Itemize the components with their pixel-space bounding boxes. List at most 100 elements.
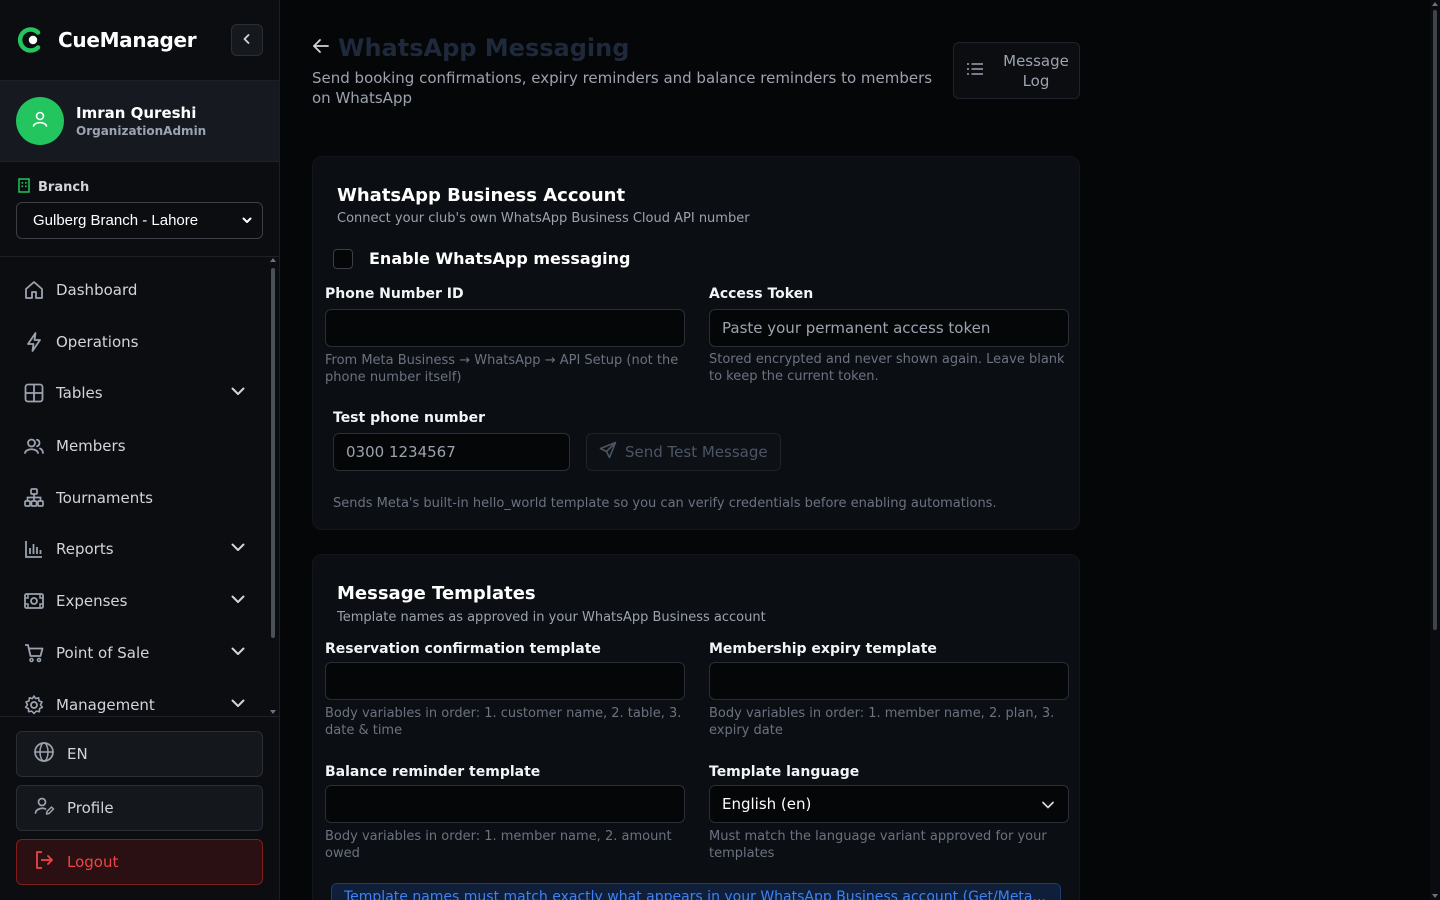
template-language-select[interactable]: English (en) bbox=[709, 785, 1069, 823]
scroll-up-arrow-icon[interactable] bbox=[270, 258, 276, 262]
user-role: OrganizationAdmin bbox=[76, 124, 207, 138]
user-icon bbox=[30, 109, 50, 133]
expiry-template-label: Membership expiry template bbox=[709, 641, 937, 657]
page-title: WhatsApp Messaging bbox=[338, 34, 630, 62]
sidebar-item-label: Expenses bbox=[56, 592, 128, 610]
branch-select-value: Gulberg Branch - Lahore bbox=[33, 212, 199, 229]
sidebar-item-point-of-sale[interactable]: Point of Sale bbox=[0, 631, 270, 675]
sidebar-scrollbar[interactable] bbox=[269, 258, 277, 714]
scroll-up-arrow-icon[interactable] bbox=[1432, 2, 1438, 6]
balance-template-input[interactable] bbox=[325, 785, 685, 823]
user-edit-icon bbox=[33, 795, 55, 821]
page-scroll-thumb[interactable] bbox=[1433, 10, 1437, 630]
branch-label-text: Branch bbox=[38, 180, 90, 195]
send-icon bbox=[599, 441, 617, 463]
chevron-down-icon bbox=[228, 537, 248, 561]
logout-label: Logout bbox=[67, 853, 119, 871]
enable-whatsapp-checkbox[interactable] bbox=[333, 249, 353, 269]
sidebar-item-label: Members bbox=[56, 437, 126, 455]
bar-chart-icon bbox=[22, 537, 46, 561]
logout-button[interactable]: Logout bbox=[16, 839, 263, 885]
sidebar-divider bbox=[0, 716, 279, 717]
send-test-message-button[interactable]: Send Test Message bbox=[586, 433, 781, 471]
test-message-hint: Sends Meta's built-in hello_world templa… bbox=[333, 496, 997, 511]
access-token-input[interactable]: Paste your permanent access token bbox=[709, 309, 1069, 347]
templates-info-banner: Template names must match exactly what a… bbox=[331, 883, 1061, 900]
cart-icon bbox=[22, 641, 46, 665]
send-test-message-label: Send Test Message bbox=[625, 443, 768, 461]
chevron-down-icon bbox=[240, 213, 254, 231]
sidebar-item-label: Operations bbox=[56, 333, 139, 351]
template-language-label: Template language bbox=[709, 764, 860, 780]
card-description: Template names as approved in your Whats… bbox=[337, 610, 766, 625]
sidebar-item-tables[interactable]: Tables bbox=[0, 371, 270, 415]
language-button[interactable]: EN bbox=[16, 731, 263, 777]
templates-info-text: Template names must match exactly what a… bbox=[344, 889, 1046, 900]
expiry-template-hint: Body variables in order: 1. member name,… bbox=[709, 706, 1055, 738]
page-subtitle: Send booking confirmations, expiry remin… bbox=[312, 69, 933, 107]
sidebar-item-label: Dashboard bbox=[56, 281, 138, 299]
template-language-value: English (en) bbox=[722, 795, 812, 813]
message-log-label: Message Log bbox=[1003, 51, 1069, 90]
sidebar-item-management[interactable]: Management bbox=[0, 683, 270, 727]
branch-select[interactable]: Gulberg Branch - Lahore bbox=[16, 202, 263, 239]
card-title: WhatsApp Business Account bbox=[337, 185, 626, 206]
sidebar-scroll-thumb[interactable] bbox=[271, 268, 275, 638]
home-icon bbox=[22, 278, 46, 302]
message-log-button[interactable]: Message Log bbox=[953, 42, 1080, 99]
scroll-down-arrow-icon[interactable] bbox=[1432, 894, 1438, 898]
user-card: Imran Qureshi OrganizationAdmin bbox=[0, 80, 279, 162]
access-token-placeholder: Paste your permanent access token bbox=[722, 319, 991, 337]
grid-icon bbox=[22, 381, 46, 405]
chevron-down-icon bbox=[1040, 797, 1056, 817]
page-header: WhatsApp Messaging bbox=[312, 34, 629, 62]
reservation-template-input[interactable] bbox=[325, 662, 685, 700]
collapse-sidebar-button[interactable] bbox=[231, 24, 263, 56]
chevron-down-icon bbox=[228, 589, 248, 613]
sidebar-item-label: Management bbox=[56, 696, 155, 714]
cuemanager-logo-icon bbox=[16, 26, 44, 54]
main-content: WhatsApp Messaging Send booking confirma… bbox=[280, 0, 1430, 900]
enable-whatsapp-label[interactable]: Enable WhatsApp messaging bbox=[369, 249, 631, 268]
app-name: CueManager bbox=[58, 28, 197, 52]
back-arrow-icon[interactable] bbox=[312, 37, 330, 59]
sidebar-item-label: Point of Sale bbox=[56, 644, 150, 662]
test-phone-input[interactable]: 0300 1234567 bbox=[333, 433, 570, 471]
user-name: Imran Qureshi bbox=[76, 104, 197, 122]
business-account-card: WhatsApp Business Account Connect your c… bbox=[312, 156, 1080, 530]
phone-number-id-hint: From Meta Business → WhatsApp → API Setu… bbox=[325, 353, 679, 385]
sidebar-item-tournaments[interactable]: Tournaments bbox=[0, 476, 270, 520]
phone-number-id-input[interactable] bbox=[325, 309, 685, 347]
sidebar-item-label: Reports bbox=[56, 540, 114, 558]
globe-icon bbox=[33, 741, 55, 767]
chevron-down-icon bbox=[228, 381, 248, 405]
sidebar-item-members[interactable]: Members bbox=[0, 424, 270, 468]
expiry-template-input[interactable] bbox=[709, 662, 1069, 700]
test-phone-placeholder: 0300 1234567 bbox=[346, 443, 456, 461]
sidebar-item-label: Tournaments bbox=[56, 489, 153, 507]
chevron-down-icon bbox=[228, 693, 248, 717]
template-language-hint: Must match the language variant approved… bbox=[709, 829, 1047, 861]
logout-icon bbox=[33, 849, 55, 875]
profile-button[interactable]: Profile bbox=[16, 785, 263, 831]
card-title: Message Templates bbox=[337, 583, 536, 604]
reservation-template-label: Reservation confirmation template bbox=[325, 641, 601, 657]
sidebar-item-expenses[interactable]: Expenses bbox=[0, 579, 270, 623]
balance-template-label: Balance reminder template bbox=[325, 764, 541, 780]
list-icon bbox=[966, 61, 984, 81]
branch-label: Branch bbox=[18, 178, 89, 197]
scroll-down-arrow-icon[interactable] bbox=[270, 710, 276, 714]
users-icon bbox=[22, 434, 46, 458]
access-token-hint: Stored encrypted and never shown again. … bbox=[709, 352, 1065, 384]
app-root: CueManager Imran Qureshi OrganizationAdm… bbox=[0, 0, 1440, 900]
sidebar-item-dashboard[interactable]: Dashboard bbox=[0, 268, 270, 312]
bracket-icon bbox=[22, 486, 46, 510]
reservation-template-hint: Body variables in order: 1. customer nam… bbox=[325, 706, 682, 738]
language-label: EN bbox=[67, 745, 88, 763]
bolt-icon bbox=[22, 330, 46, 354]
sidebar-item-reports[interactable]: Reports bbox=[0, 527, 270, 571]
sidebar-item-operations[interactable]: Operations bbox=[0, 320, 270, 364]
message-templates-card: Message Templates Template names as appr… bbox=[312, 554, 1080, 900]
page-scrollbar[interactable] bbox=[1430, 0, 1440, 900]
test-phone-label: Test phone number bbox=[333, 410, 485, 426]
